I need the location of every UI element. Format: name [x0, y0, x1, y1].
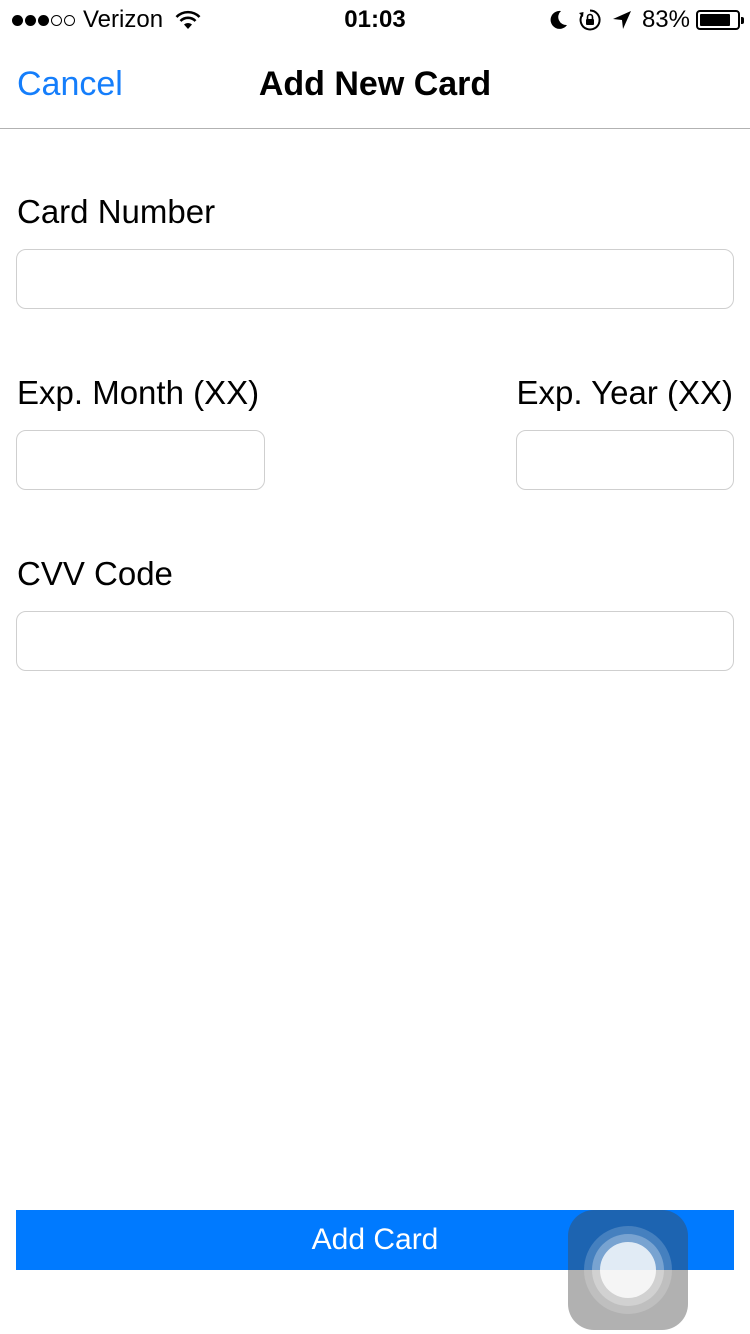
exp-month-input[interactable] — [16, 430, 265, 490]
cvv-input[interactable] — [16, 611, 734, 671]
assistive-touch-button[interactable] — [568, 1210, 688, 1330]
battery-cap — [741, 17, 744, 24]
page-title: Add New Card — [258, 65, 492, 103]
rotation-lock-icon — [578, 9, 601, 31]
card-number-label: Card Number — [17, 193, 216, 230]
status-right: 83% — [548, 6, 744, 34]
status-bar: Verizon 01:03 83% — [0, 0, 750, 40]
cvv-label: CVV Code — [17, 555, 173, 592]
card-number-input[interactable] — [16, 249, 734, 309]
exp-year-label: Exp. Year (XX) — [516, 374, 733, 411]
navigation-bar: Cancel Add New Card — [0, 40, 750, 129]
battery-percent: 83% — [641, 6, 690, 33]
moon-icon — [550, 10, 567, 29]
exp-month-label: Exp. Month (XX) — [17, 374, 260, 411]
battery-fill — [700, 14, 730, 26]
exp-year-input[interactable] — [516, 430, 734, 490]
battery-icon — [696, 10, 744, 30]
assistive-touch-icon — [600, 1242, 656, 1298]
location-arrow-icon — [612, 11, 631, 29]
